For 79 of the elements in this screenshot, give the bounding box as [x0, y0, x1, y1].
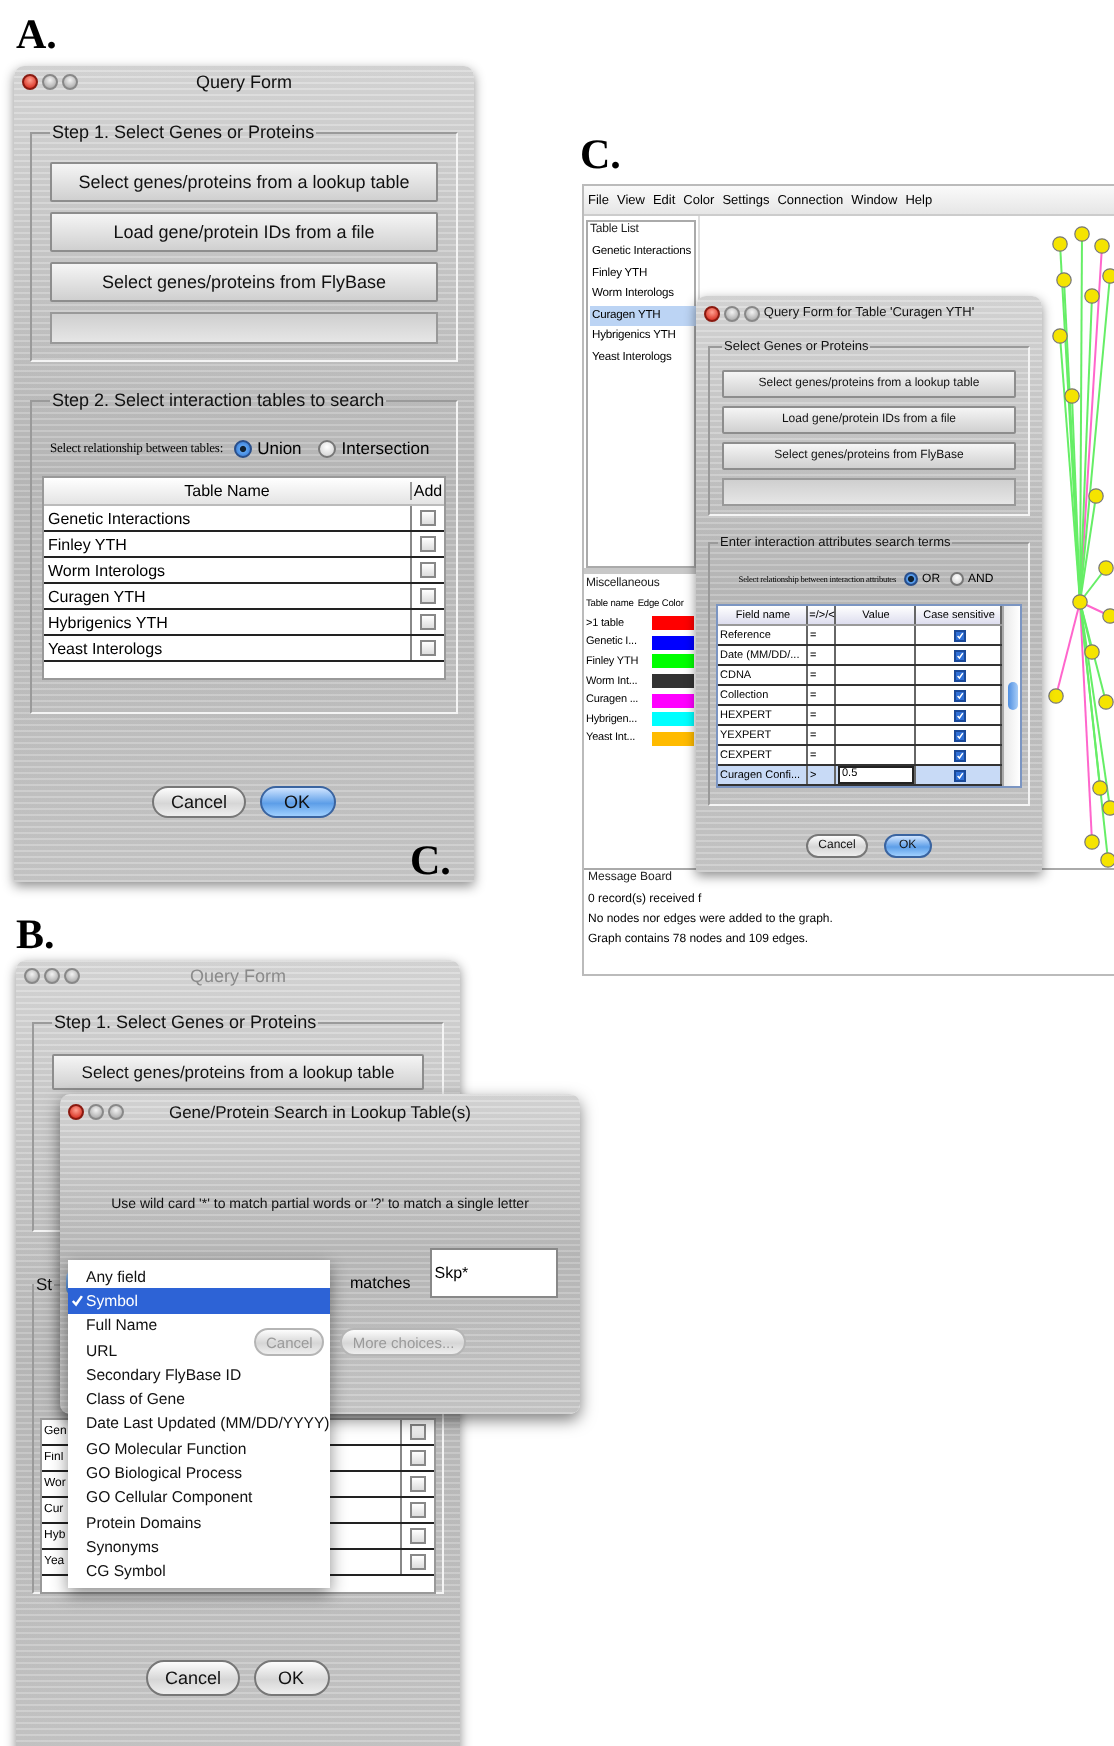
checkbox[interactable] — [410, 1528, 426, 1544]
checkbox[interactable] — [953, 769, 965, 781]
checkbox[interactable] — [953, 689, 965, 701]
dialog-button[interactable]: OK — [253, 1660, 329, 1696]
group-title: Step 2. Select interaction tables to search — [50, 390, 387, 410]
checkbox[interactable] — [420, 510, 436, 526]
network-node — [1084, 644, 1100, 660]
select-button[interactable]: Load gene/protein IDs from a file — [50, 212, 438, 252]
check-icon — [70, 1293, 84, 1308]
panel-label: C. — [580, 132, 621, 176]
checkbox[interactable] — [953, 729, 965, 741]
zoom-button[interactable] — [64, 967, 80, 983]
checkbox[interactable] — [410, 1502, 426, 1518]
network-node — [1064, 388, 1080, 404]
window-title: Query Form — [187, 965, 288, 985]
table-cell-text: Curagen YTH — [46, 587, 148, 605]
checkbox[interactable] — [410, 1450, 426, 1466]
table-cell-text: Worm Interologs — [46, 561, 168, 579]
checkbox[interactable] — [953, 749, 965, 761]
group-title: Step 1. Select Genes or Proteins — [50, 122, 317, 142]
network-node — [1048, 688, 1064, 704]
dialog-button[interactable]: Cancel — [152, 786, 245, 818]
dialog-button[interactable]: Cancel — [146, 1660, 239, 1696]
dialog-button[interactable]: OK — [259, 786, 335, 818]
minimize-button[interactable] — [44, 967, 60, 983]
checkbox[interactable] — [420, 536, 436, 552]
network-node — [1072, 594, 1088, 610]
network-node — [1102, 268, 1114, 284]
checkbox[interactable] — [953, 669, 965, 681]
network-node — [1074, 226, 1090, 242]
table-cell-text: Yeast Interologs — [46, 639, 165, 657]
panel-label: B. — [16, 912, 55, 956]
radio-button[interactable] — [233, 439, 252, 457]
checkbox[interactable] — [410, 1476, 426, 1492]
table-cell-text: Finley YTH — [46, 535, 129, 553]
panel-label: A. — [16, 12, 57, 56]
window-title: Gene/Protein Search in Lookup Table(s) — [166, 1101, 474, 1121]
close-button[interactable] — [68, 1103, 84, 1119]
network-node — [1098, 694, 1114, 710]
column-header: Table Name — [182, 482, 272, 500]
table-cell-text: Hybrigenics YTH — [46, 613, 170, 631]
checkbox[interactable] — [410, 1554, 426, 1570]
network-node — [1084, 288, 1100, 304]
radio-button[interactable] — [317, 439, 336, 457]
group-title: St — [34, 1274, 55, 1294]
select-button[interactable]: Select genes/proteins from a lookup table — [52, 1054, 424, 1090]
checkbox[interactable] — [410, 1424, 426, 1440]
search-field[interactable]: Skp* — [430, 1248, 559, 1298]
network-node — [1092, 780, 1108, 796]
window-title: Query Form — [193, 71, 294, 91]
minimize-button[interactable] — [88, 1103, 104, 1119]
select-button[interactable]: Select genes/proteins from a lookup table — [50, 162, 438, 202]
network-node — [1052, 328, 1068, 344]
select-button[interactable]: Select genes/proteins from FlyBase — [50, 262, 438, 302]
panel-label: C. — [410, 838, 451, 882]
checkbox[interactable] — [953, 649, 965, 661]
radio-label: Union — [257, 438, 302, 458]
table-cell-text: Genetic Interactions — [46, 509, 193, 527]
checkbox[interactable] — [420, 640, 436, 656]
column-header: Add — [410, 482, 444, 500]
network-node — [1098, 560, 1114, 576]
group-title: Step 1. Select Genes or Proteins — [52, 1012, 319, 1032]
network-node — [1056, 272, 1072, 288]
checkbox[interactable] — [953, 629, 965, 641]
network-node — [1102, 608, 1114, 624]
checkbox[interactable] — [420, 562, 436, 578]
network-node — [1088, 488, 1104, 504]
radio-label: Intersection — [341, 438, 430, 458]
matches-label: matches — [350, 1274, 411, 1292]
checkbox[interactable] — [953, 709, 965, 721]
checkbox[interactable] — [420, 614, 436, 630]
zoom-button[interactable] — [62, 73, 78, 89]
scrollbar[interactable] — [1002, 606, 1020, 786]
network-node — [1052, 236, 1068, 252]
network-node — [1094, 238, 1110, 254]
checkbox[interactable] — [420, 588, 436, 604]
close-button[interactable] — [22, 73, 38, 89]
zoom-button[interactable] — [108, 1103, 124, 1119]
network-node — [1102, 800, 1114, 816]
